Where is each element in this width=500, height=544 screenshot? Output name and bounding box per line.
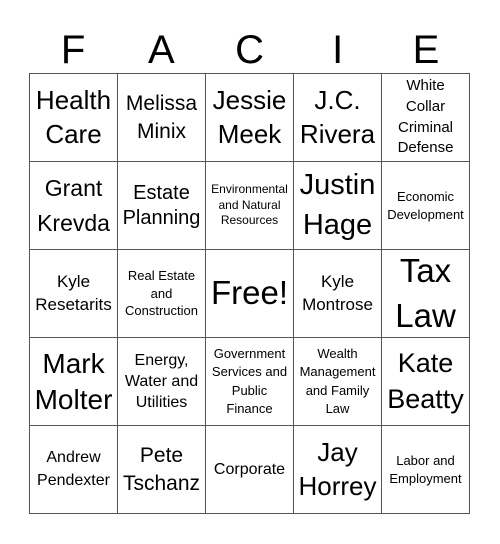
bingo-cell[interactable]: Environmental and Natural Resources (206, 162, 294, 250)
cell-label: Grant Krevda (37, 175, 110, 236)
cell-label: Estate Planning (122, 181, 201, 229)
cell-label: Tax Law (395, 251, 456, 334)
cell-label: Kate Beatty (387, 348, 464, 414)
cell-label: Kyle Resetarits (35, 272, 112, 314)
bingo-cell[interactable]: Jay Horrey (294, 426, 382, 514)
bingo-cell[interactable]: Wealth Management and Family Law (294, 338, 382, 426)
cell-label: Melissa Minix (125, 92, 198, 143)
bingo-board: Health Care Melissa Minix Jessie Meek J.… (29, 73, 470, 514)
cell-label: Jay Horrey (298, 436, 377, 501)
bingo-cell[interactable]: Mark Molter (30, 338, 118, 426)
cell-label: Mark Molter (34, 347, 113, 415)
cell-label: J.C. Rivera (299, 85, 376, 149)
bingo-cell[interactable]: Kate Beatty (382, 338, 470, 426)
cell-label: Wealth Management and Family Law (299, 346, 376, 416)
header-letter-i: I (332, 28, 344, 72)
bingo-cell[interactable]: Jessie Meek (206, 74, 294, 162)
bingo-cell[interactable]: Real Estate and Construction (118, 250, 206, 338)
bingo-cell[interactable]: Kyle Resetarits (30, 250, 118, 338)
cell-label: Corporate (213, 460, 286, 478)
bingo-cell[interactable]: Government Services and Public Finance (206, 338, 294, 426)
bingo-cell[interactable]: Economic Development (382, 162, 470, 250)
bingo-cell[interactable]: Andrew Pendexter (30, 426, 118, 514)
bingo-cell[interactable]: Tax Law (382, 250, 470, 338)
cell-label: Kyle Montrose (302, 272, 373, 314)
bingo-cell[interactable]: Corporate (206, 426, 294, 514)
cell-label: White Collar Criminal Defense (397, 77, 454, 157)
bingo-cell[interactable]: Kyle Montrose (294, 250, 382, 338)
bingo-cell[interactable]: Justin Hage (294, 162, 382, 250)
header-letter-f: F (60, 28, 86, 72)
bingo-cell[interactable]: Pete Tschanz (118, 426, 206, 514)
cell-label: Andrew Pendexter (37, 449, 110, 489)
bingo-cell[interactable]: J.C. Rivera (294, 74, 382, 162)
header-letter-a: A (147, 28, 175, 72)
bingo-cell[interactable]: White Collar Criminal Defense (382, 74, 470, 162)
cell-label: Free! (210, 274, 289, 312)
bingo-header: F A C I E (29, 22, 470, 72)
bingo-cell[interactable]: Labor and Employment (382, 426, 470, 514)
cell-label: Energy, Water and Utilities (124, 351, 199, 412)
cell-label: Environmental and Natural Resources (211, 182, 288, 228)
cell-label: Health Care (35, 85, 112, 149)
bingo-cell[interactable]: Estate Planning (118, 162, 206, 250)
cell-label: Real Estate and Construction (125, 268, 198, 319)
free-space-cell[interactable]: Free! (206, 250, 294, 338)
header-letter-e: E (412, 28, 440, 72)
cell-label: Economic Development (387, 188, 464, 222)
cell-label: Pete Tschanz (122, 444, 201, 495)
bingo-cell[interactable]: Melissa Minix (118, 74, 206, 162)
bingo-cell[interactable]: Health Care (30, 74, 118, 162)
cell-label: Jessie Meek (212, 85, 287, 149)
header-letter-c: C (235, 28, 264, 72)
cell-label: Government Services and Public Finance (211, 346, 288, 416)
cell-label: Justin Hage (299, 169, 376, 241)
cell-label: Labor and Employment (389, 452, 462, 486)
bingo-cell[interactable]: Energy, Water and Utilities (118, 338, 206, 426)
bingo-cell[interactable]: Grant Krevda (30, 162, 118, 250)
